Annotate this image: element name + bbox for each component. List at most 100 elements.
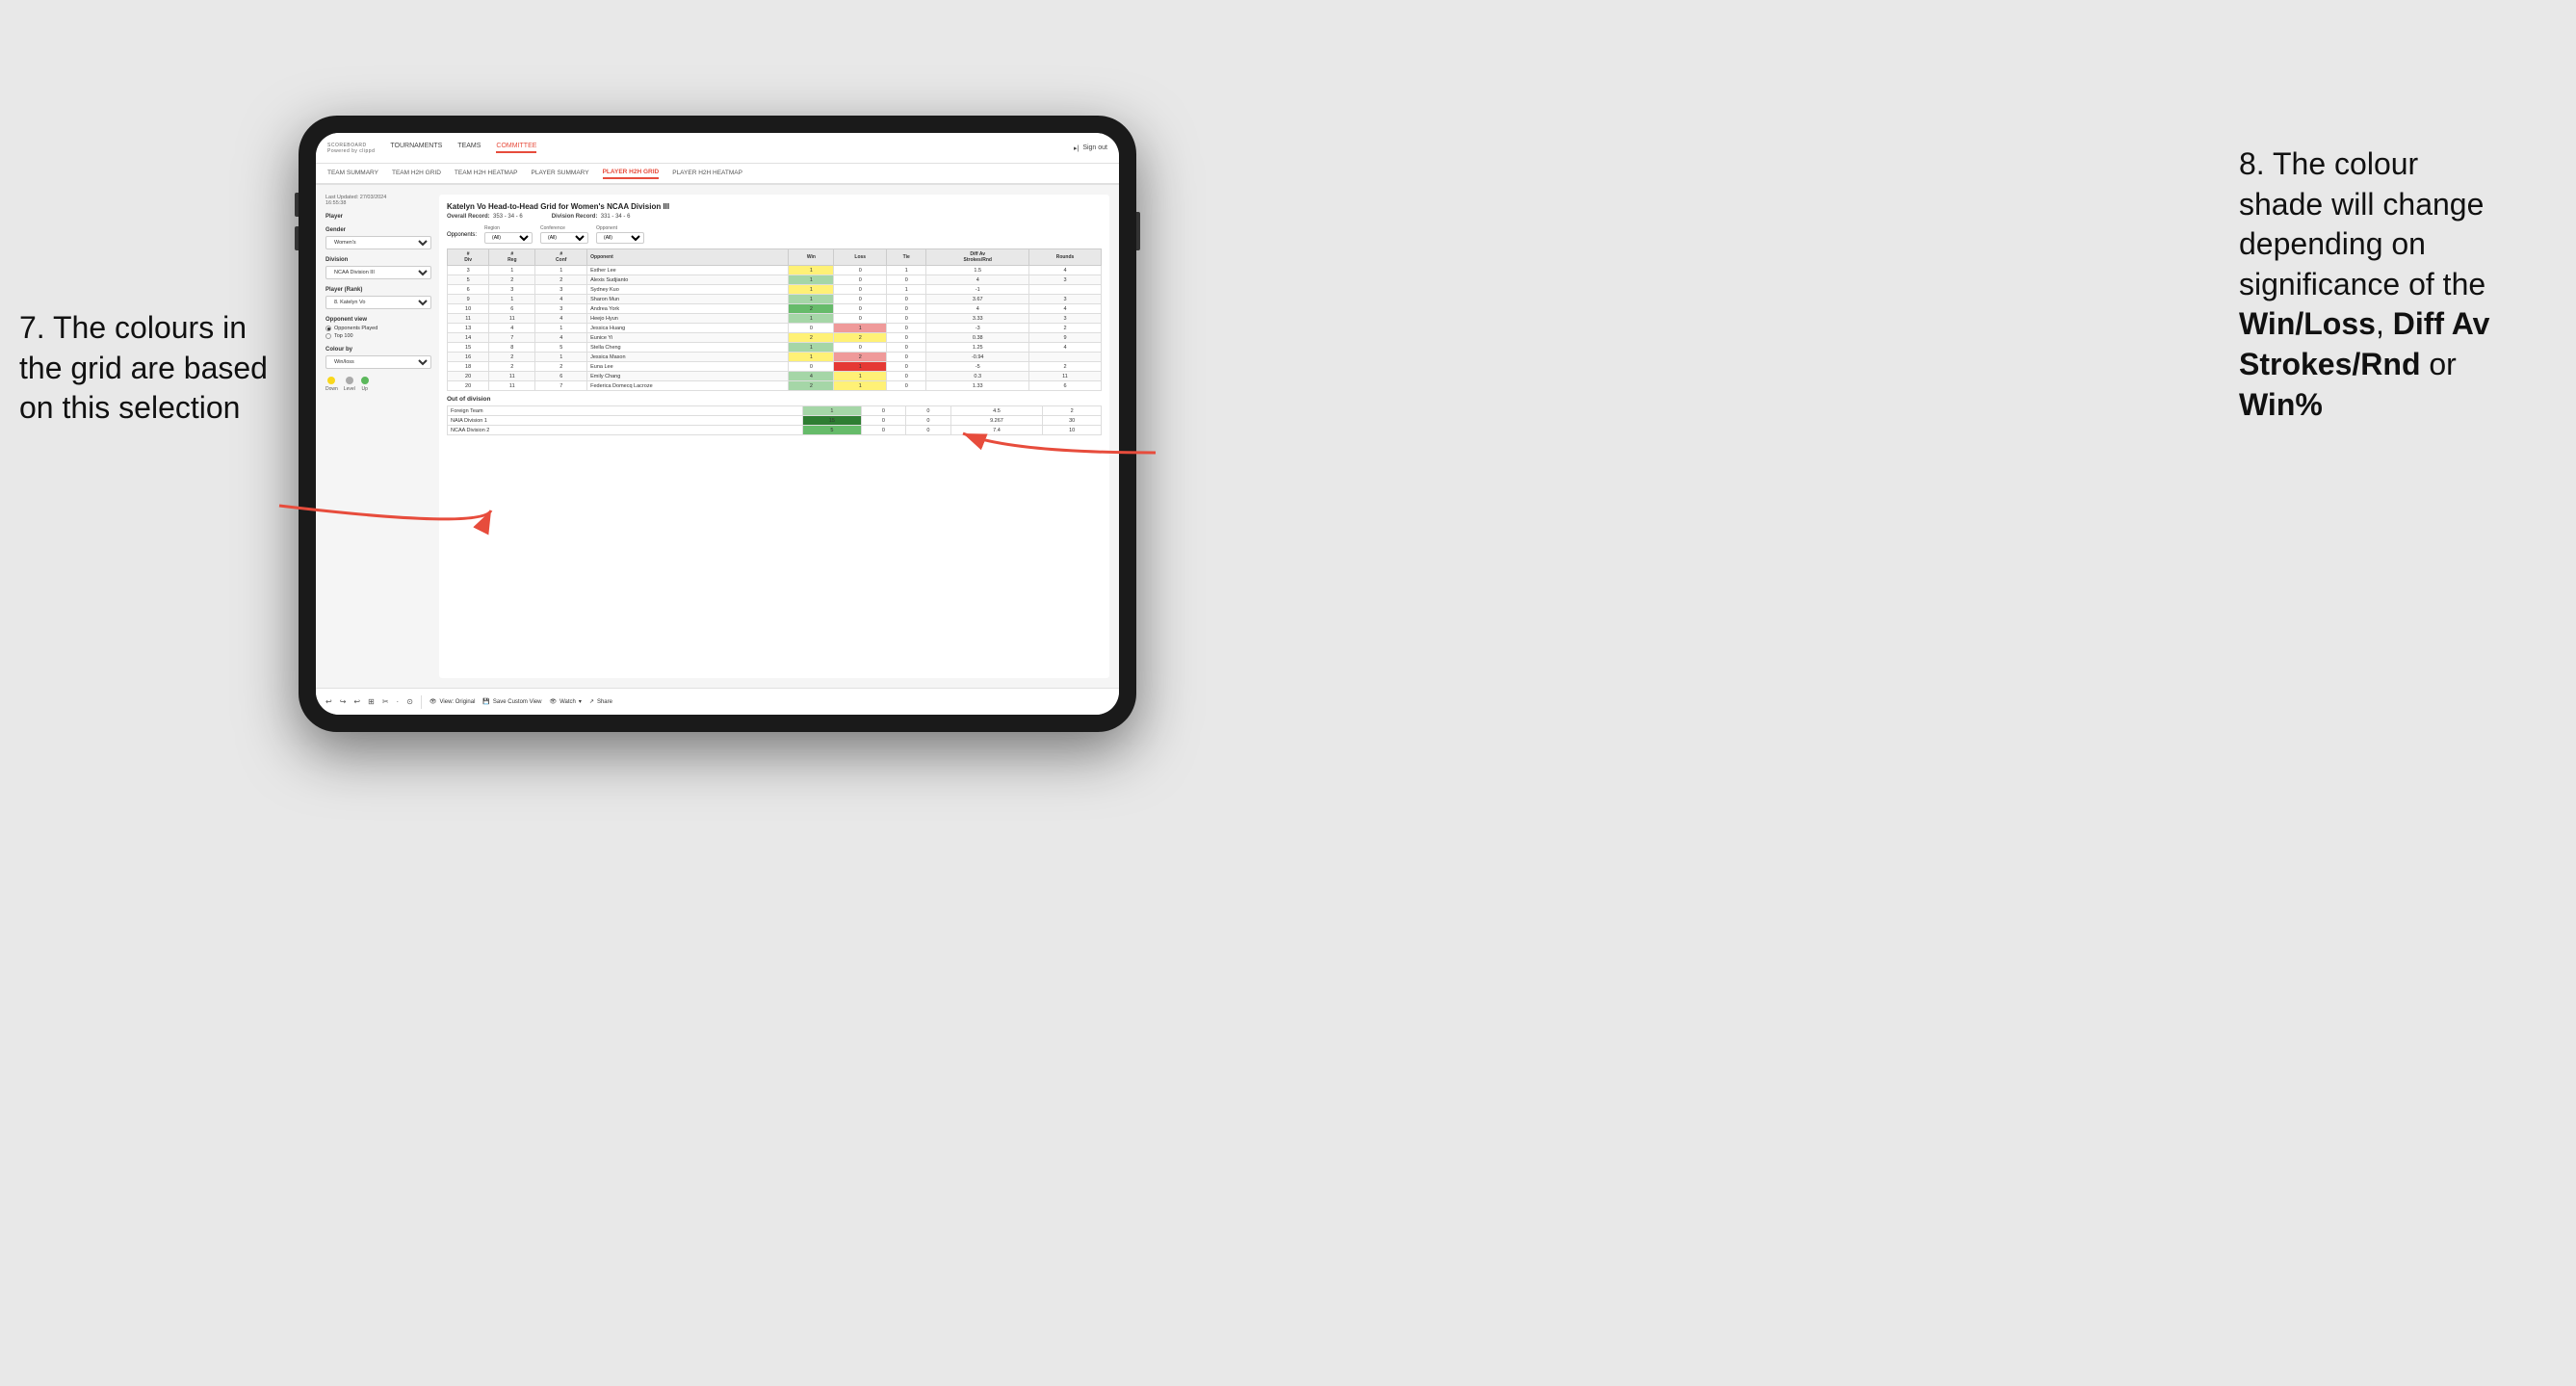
volume-up-button[interactable]: [295, 193, 299, 217]
cell-conf: 2: [535, 362, 587, 372]
volume-down-button[interactable]: [295, 226, 299, 250]
cell-conf: 1: [535, 266, 587, 275]
cell-reg: 6: [489, 304, 535, 314]
cell-diff: 3.33: [926, 314, 1029, 324]
cell-rounds: 6: [1029, 381, 1102, 391]
cell-opponent: Andrea York: [587, 304, 789, 314]
cell-ood-win: 1: [803, 406, 862, 416]
cell-reg: 7: [489, 333, 535, 343]
back-icon[interactable]: ↩: [353, 697, 360, 706]
opponent-select[interactable]: (All): [596, 232, 644, 244]
division-record: Division Record: 331 - 34 - 6: [552, 214, 631, 220]
nav-committee[interactable]: COMMITTEE: [496, 143, 536, 153]
opponent-view-label: Opponent view: [325, 317, 431, 323]
record-line: Overall Record: 353 - 34 - 6 Division Re…: [447, 214, 1102, 220]
gender-label: Gender: [325, 227, 431, 233]
cell-tie: 1: [887, 266, 926, 275]
cell-tie: 0: [887, 343, 926, 353]
cell-win: 0: [789, 324, 834, 333]
cell-conf: 5: [535, 343, 587, 353]
view-original-btn[interactable]: 👁 View: Original: [429, 698, 476, 705]
cell-diff: 4: [926, 275, 1029, 285]
last-updated: Last Updated: 27/03/2024 16:55:38: [325, 195, 431, 206]
radio-top-100[interactable]: Top 100: [325, 333, 431, 339]
out-of-division-row: NAIA Division 1 15 0 0 9.267 30: [448, 416, 1102, 426]
cell-loss: 0: [834, 266, 887, 275]
region-filter: Region (All): [484, 225, 533, 244]
sign-out-link[interactable]: Sign out: [1082, 144, 1107, 151]
cell-ood-label: Foreign Team: [448, 406, 803, 416]
annotation-left: 7. The colours inthe grid are basedon th…: [19, 308, 270, 429]
cell-tie: 0: [887, 381, 926, 391]
share-btn[interactable]: ↗ Share: [589, 698, 612, 705]
radio-opponents-played[interactable]: Opponents Played: [325, 326, 431, 331]
nav-tournaments[interactable]: TOURNAMENTS: [390, 143, 442, 153]
cell-win: 1: [789, 314, 834, 324]
sub-nav: TEAM SUMMARY TEAM H2H GRID TEAM H2H HEAT…: [316, 164, 1119, 185]
cell-conf: 4: [535, 314, 587, 324]
undo-icon[interactable]: ↩: [325, 697, 332, 706]
cell-win: 4: [789, 372, 834, 381]
cell-rounds: 3: [1029, 275, 1102, 285]
sub-nav-team-summary[interactable]: TEAM SUMMARY: [327, 170, 378, 178]
cell-tie: 0: [887, 333, 926, 343]
region-select[interactable]: (All): [484, 232, 533, 244]
cell-rounds: 2: [1029, 362, 1102, 372]
conference-select[interactable]: (All): [540, 232, 588, 244]
cell-diff: 1.25: [926, 343, 1029, 353]
cell-div: 5: [448, 275, 489, 285]
cell-win: 1: [789, 285, 834, 295]
redo-icon[interactable]: ↪: [340, 697, 347, 706]
cell-rounds: 9: [1029, 333, 1102, 343]
cell-reg: 2: [489, 362, 535, 372]
sub-nav-player-summary[interactable]: PLAYER SUMMARY: [532, 170, 589, 178]
cell-ood-tie: 0: [906, 416, 950, 426]
grid-icon[interactable]: ⊞: [368, 697, 375, 706]
cell-rounds: 2: [1029, 324, 1102, 333]
save-custom-btn[interactable]: 💾 Save Custom View: [482, 698, 541, 705]
power-button[interactable]: [1136, 212, 1140, 250]
watch-btn[interactable]: 👁 Watch ▾: [549, 698, 581, 705]
opponent-label: Opponent: [596, 225, 644, 231]
cell-div: 16: [448, 353, 489, 362]
cell-win: 1: [789, 266, 834, 275]
circle-icon[interactable]: ⊙: [406, 697, 413, 706]
cell-opponent: Jessica Mason: [587, 353, 789, 362]
colour-by-section: Colour by Win/loss: [325, 347, 431, 369]
cut-icon[interactable]: ✂: [382, 697, 389, 706]
sub-nav-player-h2h-grid[interactable]: PLAYER H2H GRID: [603, 169, 660, 179]
table-row: 6 3 3 Sydney Kuo 1 0 1 -1: [448, 285, 1102, 295]
cell-loss: 1: [834, 381, 887, 391]
nav-teams[interactable]: TEAMS: [457, 143, 481, 153]
sub-nav-team-h2h-heatmap[interactable]: TEAM H2H HEATMAP: [455, 170, 518, 178]
watch-dropdown-icon: ▾: [579, 698, 582, 705]
cell-tie: 0: [887, 295, 926, 304]
cell-conf: 3: [535, 304, 587, 314]
conference-filter: Conference (All): [540, 225, 588, 244]
cell-diff: -0.94: [926, 353, 1029, 362]
cell-reg: 11: [489, 381, 535, 391]
cell-reg: 2: [489, 353, 535, 362]
cell-tie: 0: [887, 372, 926, 381]
cell-win: 2: [789, 381, 834, 391]
cell-conf: 1: [535, 324, 587, 333]
cell-win: 1: [789, 275, 834, 285]
gender-select[interactable]: Women's: [325, 236, 431, 249]
share-icon: ↗: [589, 698, 594, 705]
cell-opponent: Sydney Kuo: [587, 285, 789, 295]
cell-ood-label: NAIA Division 1: [448, 416, 803, 426]
cell-opponent: Eunice Yi: [587, 333, 789, 343]
eye-icon: 👁: [429, 698, 437, 705]
player-rank-select[interactable]: 8. Katelyn Vo: [325, 296, 431, 309]
col-conf: #Conf: [535, 249, 587, 266]
sub-nav-player-h2h-heatmap[interactable]: PLAYER H2H HEATMAP: [672, 170, 742, 178]
sub-nav-team-h2h-grid[interactable]: TEAM H2H GRID: [392, 170, 441, 178]
region-label: Region: [484, 225, 533, 231]
colour-by-select[interactable]: Win/loss: [325, 355, 431, 369]
division-select[interactable]: NCAA Division III: [325, 266, 431, 279]
annotation-right: 8. The colourshade will changedepending …: [2239, 144, 2557, 425]
legend-down-dot: [327, 377, 335, 384]
division-section: Division NCAA Division III: [325, 257, 431, 279]
cell-opponent: Federica Domecq Lacroze: [587, 381, 789, 391]
table-row: 15 8 5 Stella Cheng 1 0 0 1.25 4: [448, 343, 1102, 353]
